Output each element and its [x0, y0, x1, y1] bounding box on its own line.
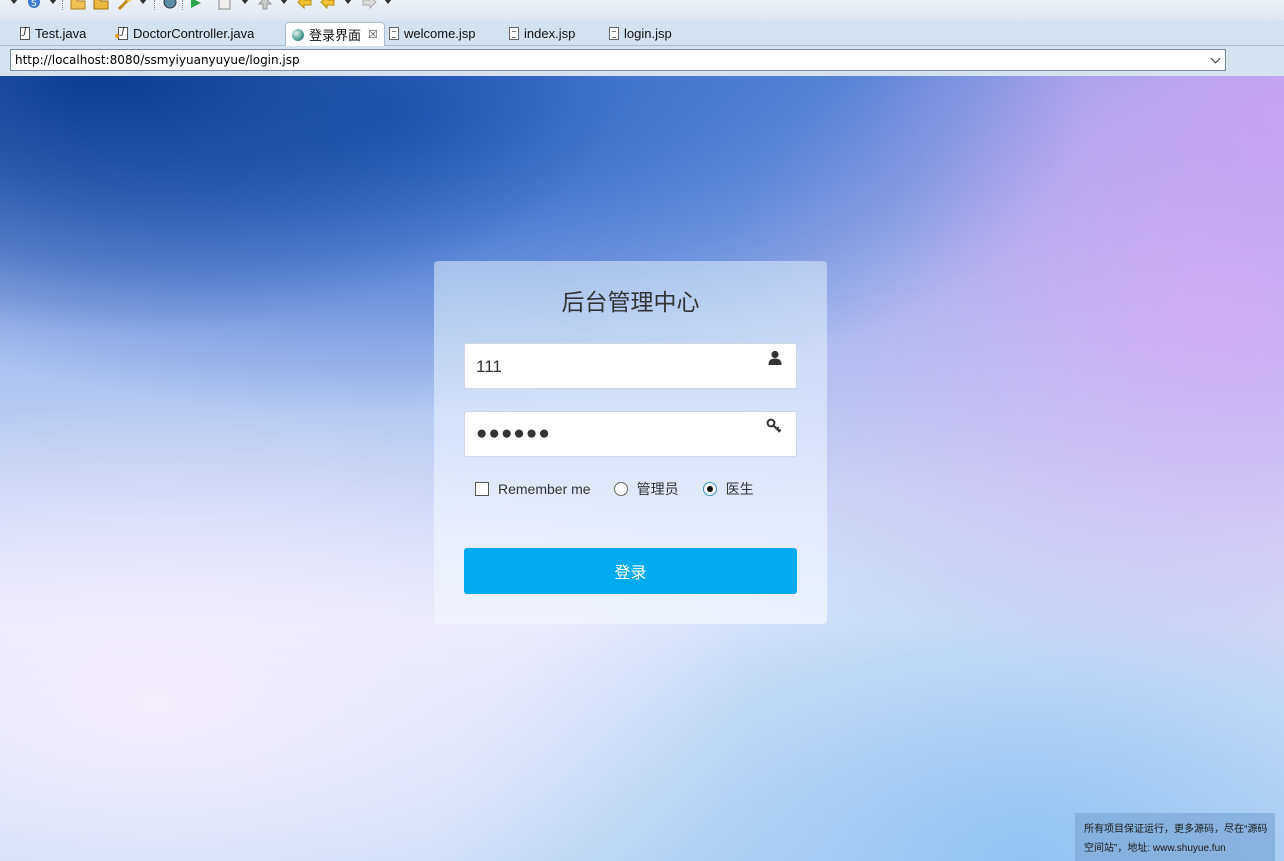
- password-value: ●●●●●●: [476, 423, 551, 444]
- role-radio-admin[interactable]: [613, 482, 628, 496]
- tab-label: login.jsp: [624, 26, 672, 41]
- tab-index-jsp[interactable]: index.jsp: [509, 22, 575, 45]
- page-title: 后台管理中心: [561, 290, 700, 316]
- dropdown-arrow-icon[interactable]: [49, 0, 57, 4]
- login-page-background: 后台管理中心 111 ●●●●●● Remember me 管理员 医生 登录: [0, 76, 1284, 861]
- globe-icon: [292, 28, 304, 41]
- login-options: Remember me 管理员 医生: [475, 479, 754, 499]
- url-text: http://localhost:8080/ssmyiyuanyuyue/log…: [15, 53, 300, 67]
- role-label-admin: 管理员: [636, 481, 679, 497]
- role-radio-doctor[interactable]: [702, 482, 717, 496]
- remember-me-label: Remember me: [498, 481, 591, 497]
- wand-icon[interactable]: [117, 0, 133, 11]
- up-arrow-icon[interactable]: [258, 0, 272, 11]
- remember-me-checkbox[interactable]: [475, 482, 489, 496]
- run-icon[interactable]: S: [27, 0, 41, 11]
- tab-login-jsp[interactable]: login.jsp: [609, 22, 672, 45]
- role-label-doctor: 医生: [725, 481, 754, 497]
- tab-label: index.jsp: [524, 26, 576, 41]
- username-value: 111: [476, 357, 502, 376]
- dropdown-arrow-icon[interactable]: [344, 0, 352, 4]
- toolbar-separator: [154, 0, 156, 10]
- debug-run-icon[interactable]: [189, 0, 205, 11]
- close-icon[interactable]: ☒: [368, 28, 378, 41]
- dropdown-arrow-icon[interactable]: [241, 0, 249, 4]
- java-file-icon: [20, 27, 30, 40]
- svg-text:S: S: [31, 0, 37, 9]
- folder-open-icon[interactable]: [70, 0, 86, 11]
- page-icon[interactable]: [218, 0, 232, 11]
- tab-label: 登录界面: [309, 28, 362, 43]
- dropdown-arrow-icon[interactable]: [384, 0, 392, 4]
- tab-label: welcome.jsp: [404, 26, 476, 41]
- toolbar-separator: [62, 0, 64, 10]
- ide-toolbar: S: [0, 0, 1284, 20]
- back-arrow-icon[interactable]: [297, 0, 313, 11]
- dropdown-arrow-icon[interactable]: [139, 0, 147, 4]
- watermark-line: 所有项目保证运行，更多源码，尽在“源码: [1084, 824, 1268, 835]
- forward-arrow-icon[interactable]: [361, 0, 377, 11]
- toolbar-separator: [182, 0, 184, 10]
- tab-welcome-jsp[interactable]: welcome.jsp: [389, 22, 476, 45]
- username-field[interactable]: 111: [464, 343, 797, 389]
- dropdown-arrow-icon[interactable]: [10, 0, 18, 4]
- jsp-file-icon: [609, 27, 619, 40]
- editor-tab-bar: Test.java DoctorController.java 登录界面 ☒ w…: [0, 20, 1284, 46]
- java-file-icon: [115, 27, 128, 40]
- key-icon: [766, 418, 782, 433]
- password-field[interactable]: ●●●●●●: [464, 411, 797, 457]
- login-button[interactable]: 登录: [464, 548, 797, 594]
- watermark-line: 空间站”，地址: www.shuyue.fun: [1084, 843, 1226, 854]
- url-input[interactable]: http://localhost:8080/ssmyiyuanyuyue/log…: [10, 49, 1226, 71]
- tab-test-java[interactable]: Test.java: [20, 22, 86, 45]
- folder-icon[interactable]: [93, 0, 109, 11]
- jsp-file-icon: [509, 27, 519, 40]
- jsp-file-icon: [389, 27, 399, 40]
- login-card: 后台管理中心 111 ●●●●●● Remember me 管理员 医生 登录: [434, 261, 827, 624]
- tab-doctorcontroller-java[interactable]: DoctorController.java: [115, 22, 255, 45]
- tab-login-page[interactable]: 登录界面 ☒: [285, 22, 385, 46]
- globe-icon[interactable]: [163, 0, 177, 11]
- dropdown-arrow-icon[interactable]: [280, 0, 288, 4]
- back-arrow-icon[interactable]: [320, 0, 336, 11]
- browser-address-bar: http://localhost:8080/ssmyiyuanyuyue/log…: [0, 46, 1284, 76]
- tab-label: DoctorController.java: [133, 26, 255, 41]
- tab-label: Test.java: [35, 26, 87, 41]
- user-icon: [768, 350, 782, 365]
- chevron-down-icon[interactable]: [1210, 53, 1221, 64]
- watermark-notice: 所有项目保证运行，更多源码，尽在“源码 空间站”，地址: www.shuyue.…: [1075, 813, 1275, 861]
